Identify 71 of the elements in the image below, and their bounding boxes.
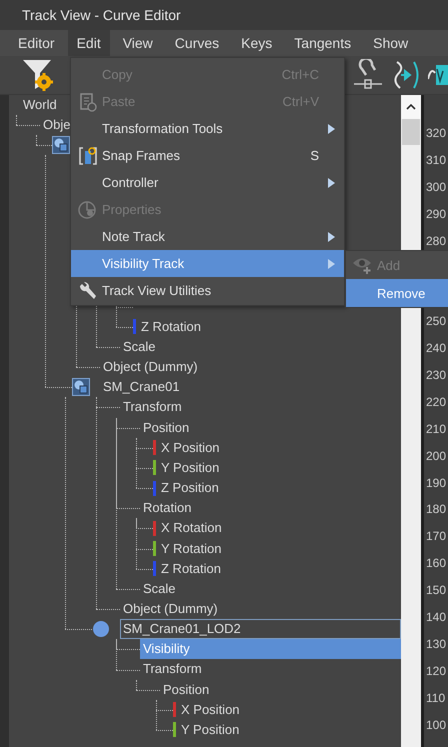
tree-item[interactable]: Transform <box>140 659 401 680</box>
menu-item[interactable]: Snap Frames S <box>71 142 344 169</box>
tree-item[interactable]: Y Rotation <box>160 538 401 559</box>
tree-item[interactable]: SM_Crane01 <box>100 377 401 398</box>
ruler-label: 210 <box>425 420 448 438</box>
shortcut-label: S <box>310 148 319 163</box>
tree-item[interactable]: Object (Dummy) <box>100 357 401 378</box>
tree-item[interactable]: Scale <box>120 336 401 357</box>
tree-item[interactable]: Rotation <box>140 498 401 518</box>
menu-item[interactable]: Tangents <box>285 30 360 56</box>
ruler-label: 150 <box>425 582 448 600</box>
scroll-up-button[interactable] <box>401 95 421 119</box>
tree-item[interactable]: SM_Crane01_LOD2 <box>120 619 401 640</box>
menu-item[interactable]: Show <box>364 30 418 56</box>
ruler-label: 300 <box>425 178 448 196</box>
window-title: Track View - Curve Editor <box>22 7 181 23</box>
ruler-label: 310 <box>425 152 448 169</box>
tree-item[interactable]: Position <box>160 680 401 700</box>
caret-icon <box>406 104 416 110</box>
menu-item[interactable]: Transformation Tools <box>71 115 344 142</box>
menu-item[interactable]: Edit <box>68 30 110 56</box>
tree-item[interactable]: Z Rotation <box>140 316 401 337</box>
ruler-label: 240 <box>425 340 448 358</box>
ruler-label: 190 <box>425 474 448 492</box>
ruler-label: 220 <box>425 394 448 411</box>
ruler-label: 250 <box>425 313 448 330</box>
ruler-label: 280 <box>425 232 448 250</box>
ruler-label: 100 <box>425 716 448 734</box>
ruler-label: 170 <box>425 528 448 546</box>
tree-item[interactable]: Z Rotation <box>160 558 401 579</box>
menu-item[interactable]: Controller <box>71 169 344 196</box>
ruler-label: 200 <box>425 448 448 465</box>
properties-icon <box>78 200 98 220</box>
magnet-slider-icon[interactable] <box>352 59 384 91</box>
ruler-label: 130 <box>425 636 448 653</box>
scrollbar-thumb[interactable] <box>402 119 420 145</box>
tree-item[interactable]: X Position <box>180 700 401 720</box>
tree-item[interactable]: Y Position <box>180 720 401 740</box>
clipboard-icon <box>79 92 97 112</box>
tree-item[interactable]: Object (Dummy) <box>120 598 401 619</box>
ruler-label: 180 <box>425 501 448 518</box>
tree-item[interactable]: Z Position <box>160 478 401 498</box>
submenu-arrow-icon <box>328 178 335 188</box>
menu-item[interactable]: Curves <box>166 30 228 56</box>
object-icon <box>52 136 70 154</box>
tree-item[interactable]: Transform <box>120 397 401 418</box>
menu-item[interactable]: View <box>114 30 162 56</box>
tree-item[interactable]: Y Position <box>160 458 401 478</box>
menu-item[interactable]: Editor <box>9 30 64 56</box>
wrench-icon <box>78 280 98 300</box>
circle-icon <box>92 620 110 638</box>
menu-item[interactable]: Keys <box>232 30 282 56</box>
ruler-label: 230 <box>425 367 448 384</box>
submenu-arrow-icon <box>328 258 335 268</box>
ruler-label: 110 <box>425 690 446 707</box>
funnel-gear-icon[interactable] <box>22 58 54 92</box>
menu-item[interactable]: Track View Utilities <box>71 277 344 304</box>
menu-item[interactable]: Note Track <box>71 223 344 250</box>
ruler-label: 160 <box>425 555 448 572</box>
object-icon <box>72 378 90 396</box>
ruler-label: 140 <box>425 609 448 626</box>
tree-item[interactable]: Position <box>140 418 401 438</box>
ruler-label: 320 <box>425 125 448 142</box>
ruler-label: 120 <box>425 662 448 680</box>
ruler-label: 290 <box>425 206 448 223</box>
tree-item[interactable]: X Position <box>160 438 401 458</box>
submenu-arrow-icon <box>328 232 335 242</box>
tree-item[interactable]: Scale <box>140 578 401 599</box>
snap-icon <box>78 146 98 166</box>
submenu-arrow-icon <box>328 124 335 134</box>
tree-item[interactable]: X Rotation <box>160 518 401 538</box>
